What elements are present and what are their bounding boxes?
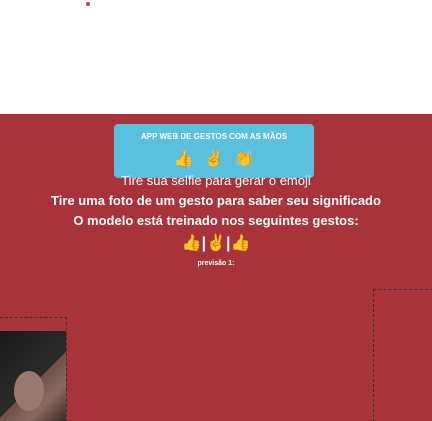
header-card: APP WEB DE GESTOS COM AS MÃOS 👍 ✌ 👏 xyxy=(114,124,314,178)
model-gestures-heading: O modelo está treinado nos seguintes ges… xyxy=(73,213,359,228)
prediction-label: previsão 1: xyxy=(197,260,235,267)
gesture-icons: 👍 ✌ 👏 xyxy=(173,151,255,168)
top-dot xyxy=(86,2,90,6)
selfie-instruction: Tire sua selfie para gerar o emoji xyxy=(121,173,311,188)
gesture-instruction: Tire uma foto de um gesto para saber seu… xyxy=(51,193,381,208)
webcam-face xyxy=(14,371,44,411)
webcam-video[interactable] xyxy=(0,331,66,421)
supported-gestures: 👍|✌|👍 xyxy=(181,235,251,252)
main-banner: APP WEB DE GESTOS COM AS MÃOS 👍 ✌ 👏 Tire… xyxy=(0,114,432,421)
snapshot-frame xyxy=(373,289,432,421)
app-title: APP WEB DE GESTOS COM AS MÃOS xyxy=(140,132,288,141)
